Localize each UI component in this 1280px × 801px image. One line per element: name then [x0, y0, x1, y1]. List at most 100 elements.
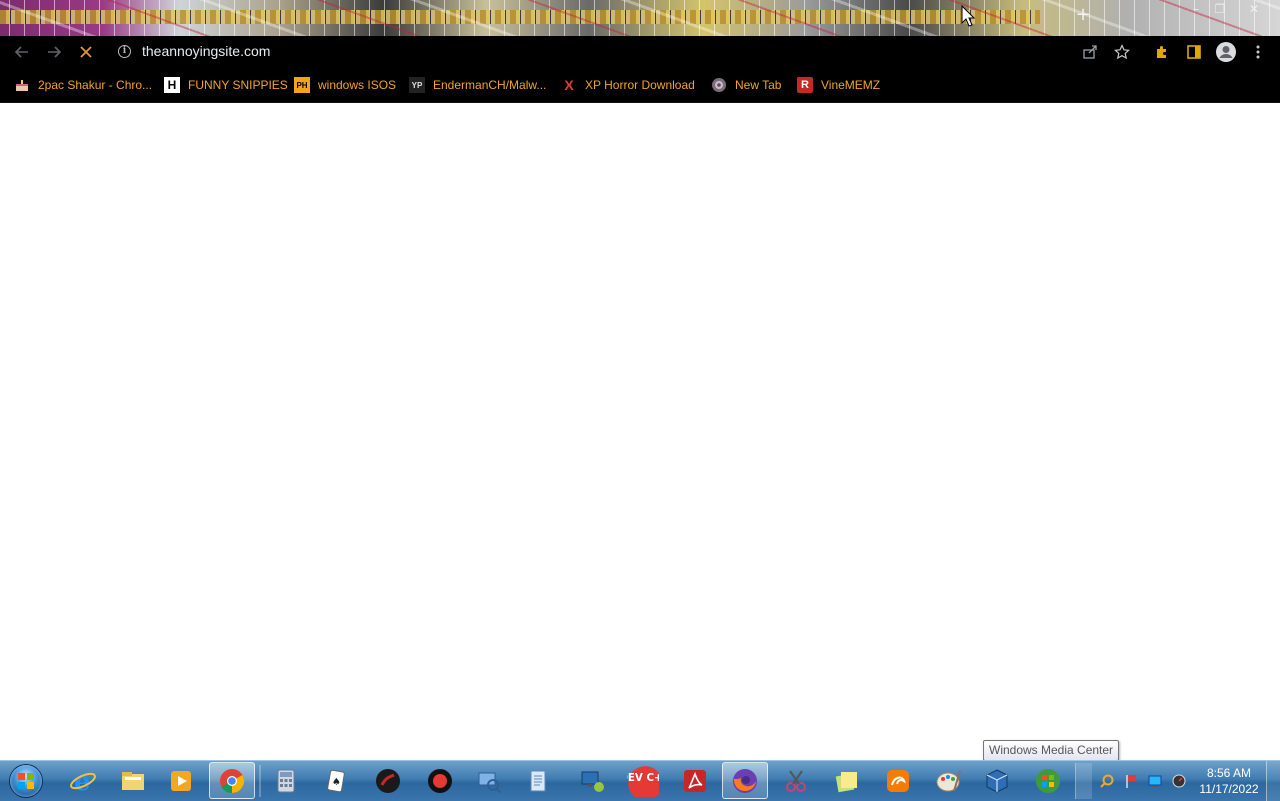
bookmark-item[interactable]: H FUNNY SNIPPIES — [164, 76, 288, 94]
volume-icon[interactable] — [1171, 773, 1187, 789]
share-icon — [1083, 45, 1097, 59]
taskbar-app-chrome[interactable] — [209, 762, 255, 799]
tray-search-icon[interactable] — [1099, 773, 1115, 789]
cards-icon: ♠ — [327, 769, 345, 792]
stop-loading-button[interactable] — [74, 40, 98, 64]
taskbar-app-red[interactable] — [365, 762, 411, 799]
bookmark-star-button[interactable] — [1110, 40, 1134, 64]
taskbar-app-virtualbox[interactable] — [974, 762, 1020, 799]
taskbar-app-dev-cpp[interactable]: DEV C++ — [620, 762, 666, 799]
bookmark-star-icon — [1114, 44, 1130, 60]
bookmark-label: XP Horror Download — [585, 78, 695, 92]
address-bar[interactable]: i theannoyingsite.com — [108, 38, 1138, 66]
taskbar-app-media-player[interactable] — [158, 762, 204, 799]
taskbar-app-network[interactable] — [466, 762, 512, 799]
site-info-icon[interactable]: i — [118, 45, 131, 58]
h-logo-icon: H — [164, 77, 180, 93]
adobe-reader-icon — [684, 769, 706, 792]
minimize-button[interactable]: – — [1184, 1, 1208, 17]
sticky-notes-icon — [835, 771, 857, 792]
taskbar-app-solitaire[interactable]: ♠ — [313, 762, 359, 799]
extensions-puzzle-icon — [1157, 46, 1166, 58]
bookmark-item[interactable]: 2pac Shakur - Chro... — [14, 76, 152, 94]
dev-cpp-label: DEV C++ — [627, 772, 659, 784]
back-button[interactable] — [10, 40, 34, 64]
chrome-icon — [220, 768, 245, 793]
clock-date: 11/17/2022 — [1199, 782, 1259, 796]
maximize-button[interactable]: ❐ — [1208, 1, 1232, 17]
internet-explorer-icon: e — [70, 767, 96, 795]
bookmark-item[interactable]: New Tab — [711, 76, 781, 94]
bookmark-label: New Tab — [735, 78, 782, 92]
bookmark-item[interactable]: YP EndermanCH/Malw... — [409, 76, 546, 94]
bookmark-label: EndermanCH/Malw... — [433, 78, 547, 92]
taskbar-app-calculator[interactable] — [263, 762, 309, 799]
folder-icon — [122, 771, 144, 790]
taskbar-separator — [259, 765, 261, 797]
clock-time: 8:56 AM — [1206, 766, 1252, 780]
virtualbox-icon — [986, 768, 1008, 793]
taskbar-app-windows-media-center[interactable] — [1025, 762, 1071, 799]
show-desktop-button[interactable] — [1266, 761, 1280, 801]
mouse-cursor-icon — [961, 5, 975, 27]
kebab-menu-icon — [1256, 45, 1260, 59]
start-button[interactable] — [6, 763, 46, 799]
red-app-icon — [376, 768, 400, 793]
ph-logo-icon: PH — [294, 77, 310, 93]
stop-loading-icon — [80, 46, 92, 58]
tab-strip: + – ❐ ✕ — [0, 0, 1280, 36]
taskbar-app-sticky-notes[interactable] — [824, 762, 870, 799]
globe-icon — [711, 77, 727, 93]
remote-desktop-icon — [581, 771, 604, 792]
taskbar-app-firefox[interactable] — [722, 762, 768, 799]
bookmark-item[interactable]: PH windows ISOS — [294, 76, 396, 94]
x-logo-icon: X — [564, 77, 574, 93]
profile-button[interactable] — [1214, 40, 1238, 64]
yp-logo-icon: YP — [409, 77, 425, 93]
scissors-icon — [786, 769, 806, 792]
taskbar-app-notepad[interactable] — [516, 762, 562, 799]
taskbar-app-file-explorer[interactable] — [110, 762, 156, 799]
r-logo-icon: R — [797, 77, 813, 93]
windows-media-center-icon — [1036, 768, 1060, 793]
cake-icon — [14, 77, 30, 93]
forward-arrow-icon — [48, 46, 62, 58]
new-tab-button[interactable]: + — [1074, 6, 1092, 24]
firefox-icon — [733, 768, 757, 793]
record-icon — [428, 768, 452, 793]
page-viewport — [0, 103, 1280, 760]
close-window-button[interactable]: ✕ — [1242, 1, 1266, 17]
tray-overflow-button[interactable] — [1075, 763, 1092, 799]
bookmark-item[interactable]: X XP Horror Download — [561, 76, 695, 94]
side-panel-icon — [1187, 45, 1201, 59]
svg-text:♠: ♠ — [332, 777, 341, 788]
taskbar-app-adobe-reader[interactable] — [672, 762, 718, 799]
taskbar-app-uc-browser[interactable] — [875, 762, 921, 799]
calculator-icon — [277, 769, 295, 792]
network-search-icon — [478, 772, 502, 793]
document-icon — [530, 770, 546, 791]
action-center-flag-icon[interactable] — [1124, 773, 1140, 789]
taskbar-app-recorder[interactable] — [417, 762, 463, 799]
side-panel-button[interactable] — [1182, 40, 1206, 64]
forward-button[interactable] — [42, 40, 66, 64]
bookmark-label: windows ISOS — [318, 78, 397, 92]
taskbar-app-snipping-tool[interactable] — [773, 762, 819, 799]
network-monitor-icon[interactable] — [1147, 773, 1163, 789]
windows-logo-icon — [10, 765, 42, 797]
taskbar-app-remote-desktop[interactable] — [570, 762, 616, 799]
taskbar-app-paint[interactable] — [925, 762, 971, 799]
bookmark-item[interactable]: R VineMEMZ — [797, 76, 880, 94]
taskbar-tooltip: Windows Media Center — [983, 740, 1120, 761]
back-arrow-icon — [14, 46, 28, 58]
paint-palette-icon — [936, 770, 961, 791]
browser-menu-button[interactable] — [1246, 40, 1270, 64]
share-button[interactable] — [1078, 40, 1102, 64]
taskbar-app-internet-explorer[interactable]: e — [60, 762, 106, 799]
dev-cpp-icon: DEV C++ — [627, 765, 659, 797]
url-text[interactable]: theannoyingsite.com — [142, 43, 270, 59]
browser-toolbar: i theannoyingsite.com — [0, 36, 1280, 68]
extensions-button[interactable] — [1150, 40, 1174, 64]
taskbar-clock[interactable]: 8:56 AM 11/17/2022 — [1194, 765, 1264, 797]
bookmark-label: VineMEMZ — [821, 78, 881, 92]
